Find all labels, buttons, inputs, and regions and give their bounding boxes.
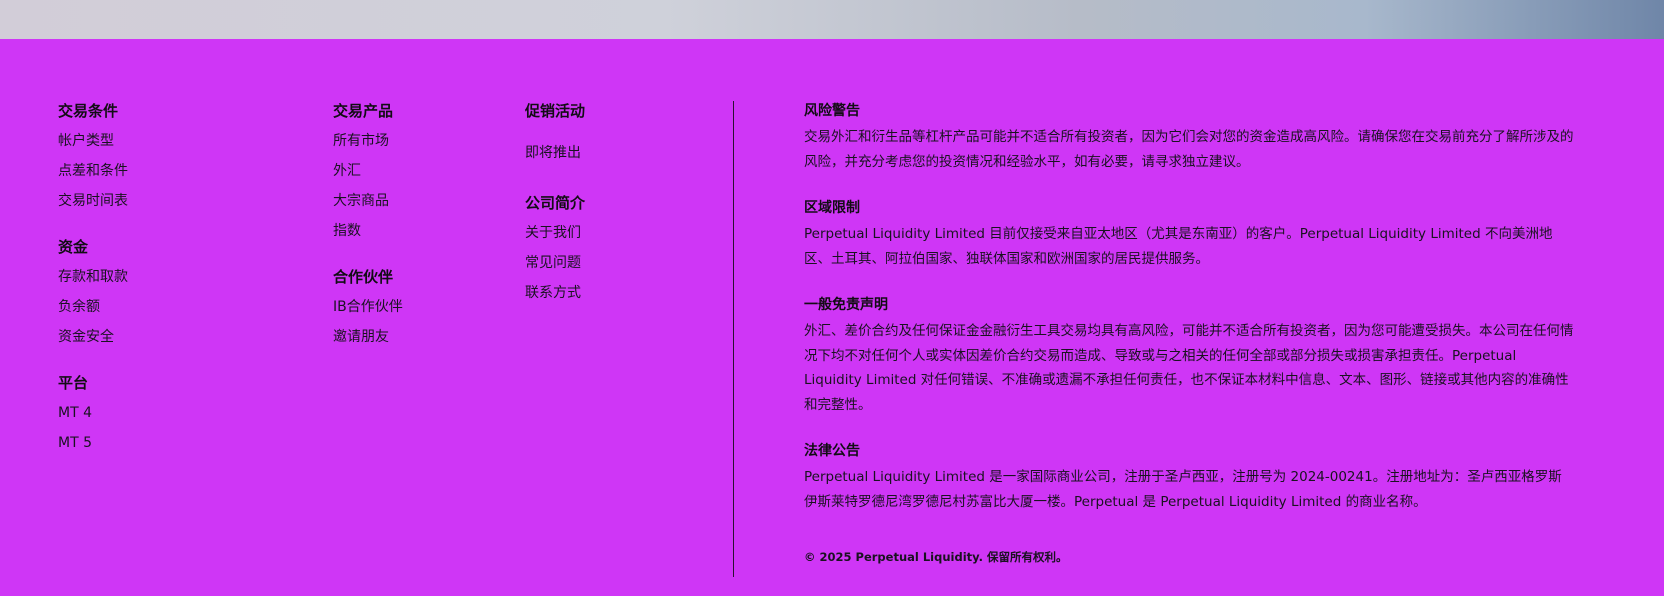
footer-group-company: 公司简介 关于我们 常见问题 联系方式: [525, 193, 585, 303]
footer-link-trading-hours[interactable]: 交易时间表: [58, 191, 128, 211]
legal-risk-warning: 风险警告 交易外汇和衍生品等杠杆产品可能并不适合所有投资者，因为它们会对您的资金…: [804, 101, 1574, 174]
footer-link-invite-friends[interactable]: 邀请朋友: [333, 327, 403, 347]
footer-group-title: 促销活动: [525, 102, 586, 120]
footer-link-spreads-conditions[interactable]: 点差和条件: [58, 161, 128, 181]
footer-link-forex[interactable]: 外汇: [333, 161, 403, 181]
legal-title: 一般免责声明: [804, 297, 888, 313]
footer-vertical-divider: [733, 101, 734, 577]
footer-link-negative-balance[interactable]: 负余额: [58, 297, 128, 317]
copyright-text: © 2025 Perpetual Liquidity. 保留所有权利。: [804, 550, 1068, 564]
footer-link-account-types[interactable]: 帐户类型: [58, 131, 128, 151]
legal-regional-restrictions: 区域限制 Perpetual Liquidity Limited 目前仅接受来自…: [804, 198, 1574, 271]
legal-text: Perpetual Liquidity Limited 目前仅接受来自亚太地区（…: [804, 226, 1553, 267]
footer-group-title: 资金: [58, 238, 89, 256]
footer-group-trading-conditions: 交易条件 帐户类型 点差和条件 交易时间表: [58, 101, 128, 211]
footer-link-all-markets[interactable]: 所有市场: [333, 131, 403, 151]
footer-group-funds: 资金 存款和取款 负余额 资金安全: [58, 237, 128, 347]
footer-group-platforms: 平台 MT 4 MT 5: [58, 373, 128, 453]
site-footer: 交易条件 帐户类型 点差和条件 交易时间表 资金 存款和取款 负余额 资金安全 …: [0, 39, 1664, 596]
footer-link-coming-soon[interactable]: 即将推出: [525, 143, 585, 163]
footer-column-1: 交易条件 帐户类型 点差和条件 交易时间表 资金 存款和取款 负余额 资金安全 …: [58, 101, 128, 479]
legal-title: 区域限制: [804, 200, 860, 216]
footer-link-about-us[interactable]: 关于我们: [525, 223, 585, 243]
footer-link-fund-security[interactable]: 资金安全: [58, 327, 128, 347]
legal-general-disclaimer: 一般免责声明 外汇、差价合约及任何保证金金融衍生工具交易均具有高风险，可能并不适…: [804, 295, 1574, 417]
footer-group-title: 公司简介: [525, 194, 586, 212]
footer-group-promotions: 促销活动 即将推出: [525, 101, 585, 163]
footer-group-title: 平台: [58, 374, 89, 392]
footer-link-indices[interactable]: 指数: [333, 221, 403, 241]
legal-title: 法律公告: [804, 443, 860, 459]
footer-group-title: 交易条件: [58, 102, 119, 120]
legal-notice: 法律公告 Perpetual Liquidity Limited 是一家国际商业…: [804, 441, 1574, 514]
footer-column-2: 交易产品 所有市场 外汇 大宗商品 指数 合作伙伴 IB合作伙伴 邀请朋友: [333, 101, 403, 373]
footer-link-ib-partner[interactable]: IB合作伙伴: [333, 297, 403, 317]
legal-section: 风险警告 交易外汇和衍生品等杠杆产品可能并不适合所有投资者，因为它们会对您的资金…: [804, 101, 1574, 538]
footer-link-deposit-withdraw[interactable]: 存款和取款: [58, 267, 128, 287]
legal-text: 外汇、差价合约及任何保证金金融衍生工具交易均具有高风险，可能并不适合所有投资者，…: [804, 323, 1574, 413]
footer-link-mt5[interactable]: MT 5: [58, 433, 128, 453]
footer-link-commodities[interactable]: 大宗商品: [333, 191, 403, 211]
legal-text: Perpetual Liquidity Limited 是一家国际商业公司，注册…: [804, 469, 1562, 510]
legal-text: 交易外汇和衍生品等杠杆产品可能并不适合所有投资者，因为它们会对您的资金造成高风险…: [804, 129, 1574, 170]
footer-link-contact[interactable]: 联系方式: [525, 283, 585, 303]
footer-link-faq[interactable]: 常见问题: [525, 253, 585, 273]
footer-group-products: 交易产品 所有市场 外汇 大宗商品 指数: [333, 101, 403, 241]
legal-title: 风险警告: [804, 103, 860, 119]
footer-group-partners: 合作伙伴 IB合作伙伴 邀请朋友: [333, 267, 403, 347]
footer-link-mt4[interactable]: MT 4: [58, 403, 128, 423]
footer-group-title: 合作伙伴: [333, 268, 394, 286]
hero-image-strip: [0, 0, 1664, 39]
footer-column-3: 促销活动 即将推出 公司简介 关于我们 常见问题 联系方式: [525, 101, 585, 329]
footer-group-title: 交易产品: [333, 102, 394, 120]
